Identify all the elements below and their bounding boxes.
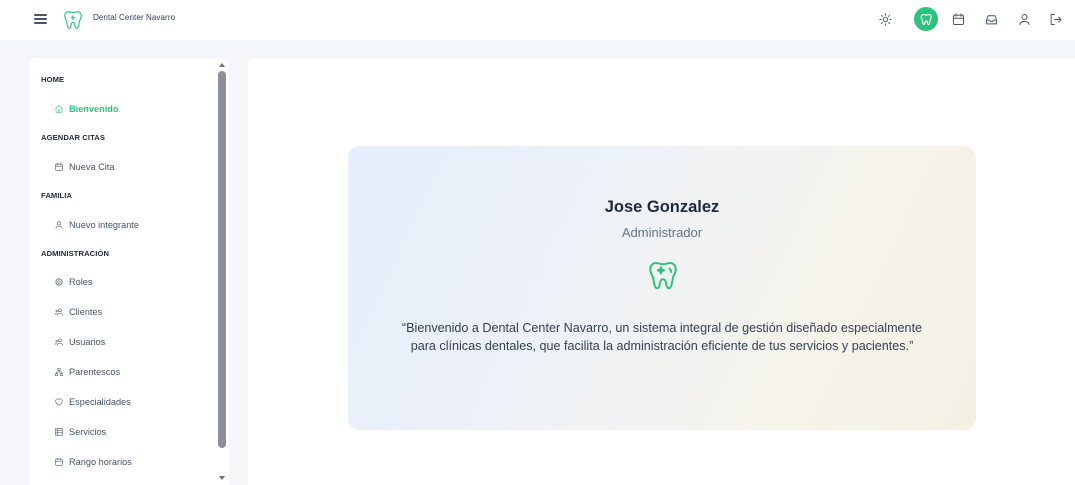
sidebar-item-label: Parentescos xyxy=(69,367,121,377)
sidebar-item-label: Roles xyxy=(69,277,93,287)
sidebar-item-label: Nueva Cita xyxy=(69,162,115,172)
heart-icon xyxy=(55,398,63,406)
sidebar-section-home: HOME xyxy=(41,75,65,84)
sidebar-item-rango-horarios[interactable]: Rango horarios xyxy=(54,454,132,470)
sidebar-item-label: Rango horarios xyxy=(69,457,132,467)
sidebar-item-nueva-cita[interactable]: Nueva Cita xyxy=(54,159,114,175)
sidebar-item-label: Clientes xyxy=(69,307,103,317)
user-role: Administrador xyxy=(621,225,703,240)
sidebar-item-label: Servicios xyxy=(69,427,107,437)
tooth-sparkle-icon xyxy=(646,258,680,292)
scrollbar-thumb[interactable] xyxy=(218,71,226,448)
sidebar-item-servicios[interactable]: Servicios xyxy=(54,424,106,440)
logout-icon[interactable] xyxy=(1046,10,1064,28)
top-header: Dental Center Navarro xyxy=(0,0,1075,40)
menu-icon[interactable] xyxy=(34,12,48,26)
users-icon xyxy=(54,308,64,316)
sidebar-item-parentescos[interactable]: Parentescos xyxy=(54,364,120,380)
calendar-icon xyxy=(55,162,63,171)
scroll-down-arrow-icon[interactable] xyxy=(219,476,225,480)
list-icon xyxy=(54,428,64,436)
app-title: Dental Center Navarro xyxy=(93,13,176,22)
inbox-icon[interactable] xyxy=(982,10,1000,28)
sidebar-item-clientes[interactable]: Clientes xyxy=(54,304,102,320)
sidebar-item-label: Usuarios xyxy=(69,337,106,347)
sidebar-item-bienvenido[interactable]: Bienvenido xyxy=(54,101,119,117)
calendar-icon[interactable] xyxy=(949,10,967,28)
sidebar-item-label: Bienvenido xyxy=(69,104,119,114)
tooth-logo-icon xyxy=(62,9,84,31)
scroll-up-arrow-icon[interactable] xyxy=(219,63,225,67)
sidebar-item-especialidades[interactable]: Especialidades xyxy=(54,394,131,410)
sidebar-item-label: Nuevo integrante xyxy=(69,220,139,230)
sidebar-section-administracion: ADMINISTRACIÓN xyxy=(41,249,110,258)
sidebar: HOME Bienvenido AGENDAR CITAS Nueva Cita… xyxy=(29,58,229,485)
user-icon[interactable] xyxy=(1015,10,1033,28)
tooth-icon[interactable] xyxy=(914,7,938,31)
sidebar-section-familia: FAMILIA xyxy=(41,191,73,200)
user-icon xyxy=(55,221,63,229)
sitemap-icon xyxy=(54,367,64,377)
calendar-icon xyxy=(55,457,63,466)
user-name: Jose Gonzalez xyxy=(604,198,720,216)
gear-icon xyxy=(55,277,63,287)
welcome-card: Jose Gonzalez Administrador “Bienvenido … xyxy=(348,146,976,430)
welcome-message: “Bienvenido a Dental Center Navarro, un … xyxy=(401,321,923,353)
home-icon xyxy=(54,105,64,113)
sidebar-item-nuevo-integrante[interactable]: Nuevo integrante xyxy=(54,217,139,233)
sidebar-item-usuarios[interactable]: Usuarios xyxy=(54,334,105,350)
sidebar-section-agendar-citas: AGENDAR CITAS xyxy=(41,133,106,142)
users-icon xyxy=(54,338,64,346)
sidebar-item-label: Especialidades xyxy=(69,397,131,407)
sun-icon[interactable] xyxy=(876,10,894,28)
sidebar-item-roles[interactable]: Roles xyxy=(54,274,93,290)
